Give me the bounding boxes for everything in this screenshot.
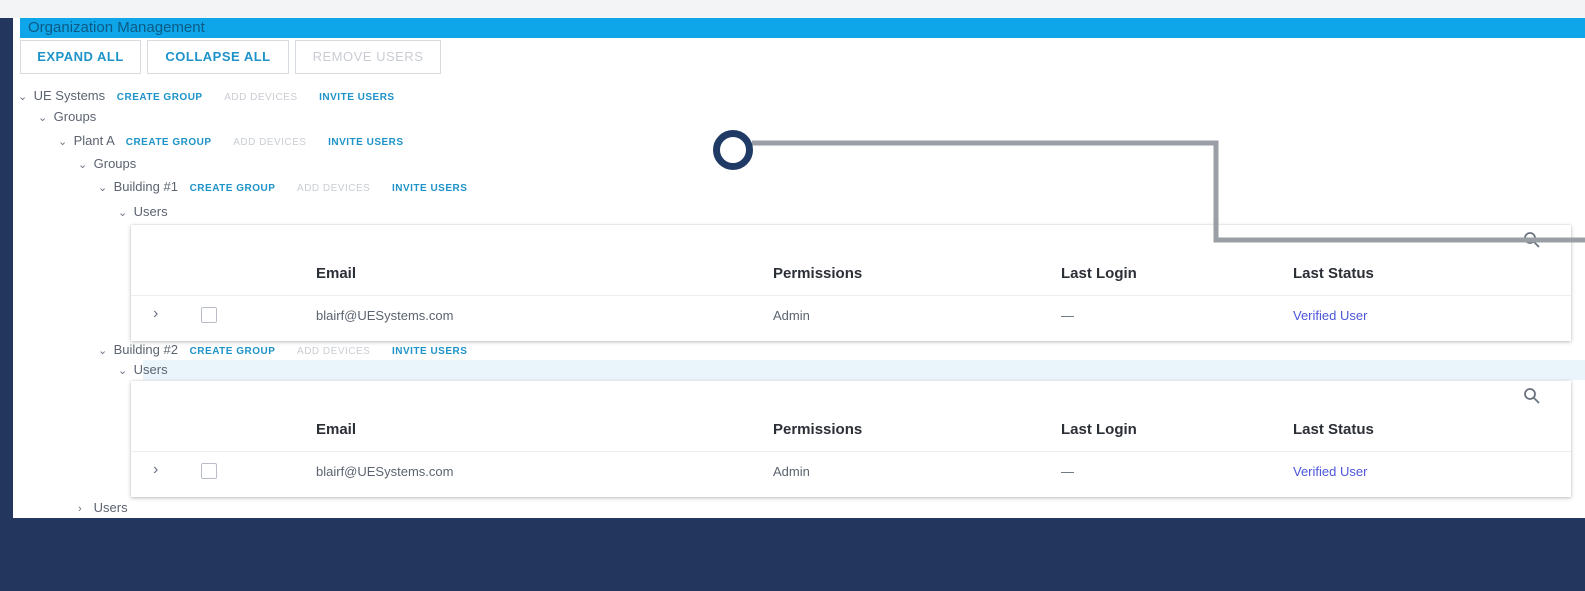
callout-overlay — [752, 140, 1585, 243]
callout-line — [752, 140, 1585, 243]
callout-marker-icon — [713, 130, 753, 170]
